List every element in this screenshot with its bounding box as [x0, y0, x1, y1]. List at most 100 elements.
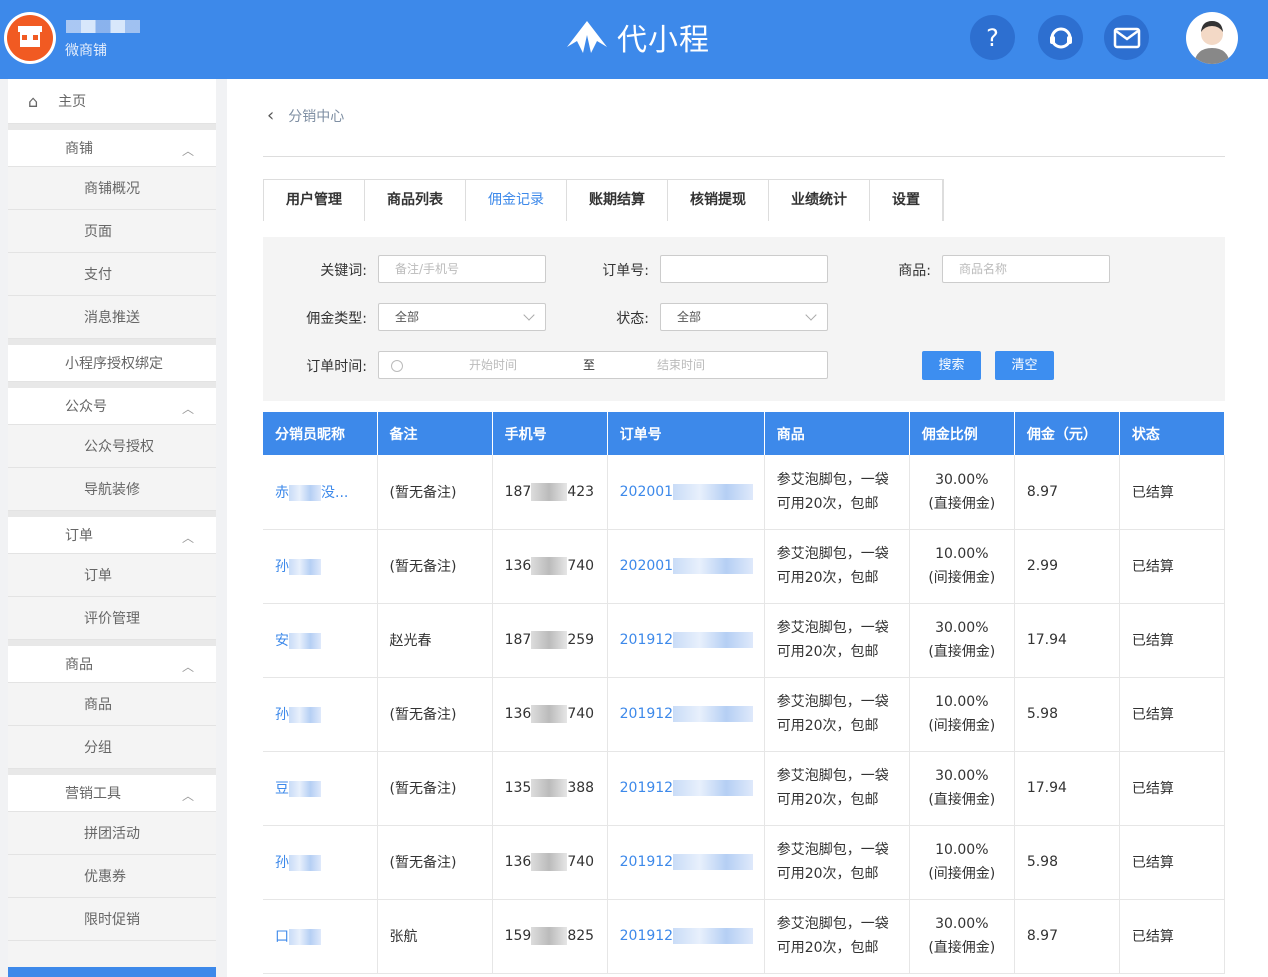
shop-logo[interactable]	[4, 12, 56, 64]
nickname-cell[interactable]: 赤 没...	[263, 455, 378, 530]
order-cell[interactable]: 201912	[607, 751, 765, 826]
status-select[interactable]: 全部	[660, 303, 828, 331]
nickname-cell[interactable]: 豆	[263, 751, 378, 826]
keyword-input[interactable]: 备注/手机号	[378, 255, 546, 283]
order-link[interactable]: 201912	[620, 780, 673, 796]
nickname-cell[interactable]: 口	[263, 899, 378, 974]
nickname-link[interactable]: 安	[275, 633, 289, 649]
column-header[interactable]: 分销员昵称	[263, 412, 378, 455]
column-header[interactable]: 手机号	[492, 412, 608, 455]
column-header[interactable]: 商品	[764, 412, 910, 455]
column-header[interactable]: 备注	[377, 412, 493, 455]
range-separator: 至	[583, 358, 596, 372]
order-input[interactable]	[660, 255, 828, 283]
nickname-suffix[interactable]: 没...	[321, 485, 348, 501]
order-link[interactable]: 201912	[620, 632, 673, 648]
sidebar-item-1[interactable]: 商铺 ︿	[8, 124, 216, 167]
column-header[interactable]: 状态	[1119, 412, 1226, 455]
ratio-type: (间接佣金)	[928, 718, 996, 734]
sidebar-item-5[interactable]: 消息推送	[8, 296, 216, 339]
table-row[interactable]: 豆 (暂无备注) 135 388 201912 参艾泡脚包，一袋 可用20次，包邮 30.00…	[263, 751, 1226, 826]
tab-1[interactable]: 商品列表	[365, 180, 466, 221]
product-input[interactable]: 商品名称	[942, 255, 1110, 283]
nickname-link[interactable]: 赤	[275, 485, 289, 501]
phone-cell: 187 259	[492, 603, 608, 678]
order-link[interactable]: 202001	[620, 484, 673, 500]
sidebar-item-11[interactable]: 订单	[8, 554, 216, 597]
mail-icon[interactable]	[1104, 15, 1149, 60]
table-row[interactable]: 孙 (暂无备注) 136 740 202001 参艾泡脚包，一袋 可用20次，包邮 10.00…	[263, 529, 1226, 604]
product-cell: 参艾泡脚包，一袋 可用20次，包邮	[764, 825, 910, 900]
order-cell[interactable]: 201912	[607, 677, 765, 752]
order-link[interactable]: 201912	[620, 854, 673, 870]
start-time[interactable]: 开始时间	[469, 352, 517, 378]
sidebar-item-3[interactable]: 页面	[8, 210, 216, 253]
sidebar-item-15[interactable]: 分组	[8, 726, 216, 769]
order-cell[interactable]: 202001	[607, 455, 765, 530]
sidebar-item-17[interactable]: 拼团活动	[8, 812, 216, 855]
sidebar-item-16[interactable]: 营销工具 ︿	[8, 769, 216, 812]
order-cell[interactable]: 201912	[607, 825, 765, 900]
sidebar-item-18[interactable]: 优惠券	[8, 855, 216, 898]
support-icon[interactable]	[1038, 15, 1083, 60]
note-cell: (暂无备注)	[377, 751, 493, 826]
nickname-cell[interactable]: 孙	[263, 825, 378, 900]
user-avatar[interactable]	[1186, 12, 1238, 64]
help-icon[interactable]: ?	[970, 15, 1015, 60]
order-cell[interactable]: 202001	[607, 529, 765, 604]
date-range-input[interactable]: 开始时间 至 结束时间	[378, 351, 828, 379]
tab-5[interactable]: 业绩统计	[769, 180, 870, 221]
table-row[interactable]: 安 赵光春 187 259 201912 参艾泡脚包，一袋 可用20次，包邮 30.00% (直…	[263, 603, 1226, 678]
sidebar-item-12[interactable]: 评价管理	[8, 597, 216, 640]
sidebar-item-6[interactable]: 小程序授权绑定	[8, 339, 216, 382]
back-arrow-icon[interactable]: ‹	[267, 105, 274, 126]
order-link[interactable]: 202001	[620, 558, 673, 574]
column-header[interactable]: 佣金比例	[909, 412, 1015, 455]
phone-cell: 136 740	[492, 677, 608, 752]
nickname-cell[interactable]: 孙	[263, 677, 378, 752]
tab-6[interactable]: 设置	[870, 180, 943, 221]
order-cell[interactable]: 201912	[607, 603, 765, 678]
nickname-link[interactable]: 孙	[275, 707, 289, 723]
sidebar-item-8[interactable]: 公众号授权	[8, 425, 216, 468]
sidebar-item-14[interactable]: 商品	[8, 683, 216, 726]
nickname-link[interactable]: 孙	[275, 559, 289, 575]
product-line-2: 可用20次，包邮	[776, 792, 879, 808]
status-cell: 已结算	[1119, 825, 1226, 900]
sidebar-item-13[interactable]: 商品 ︿	[8, 640, 216, 683]
search-button[interactable]: 搜索	[922, 351, 981, 380]
nickname-cell[interactable]: 安	[263, 603, 378, 678]
sidebar-item-2[interactable]: 商铺概况	[8, 167, 216, 210]
order-link[interactable]: 201912	[620, 706, 673, 722]
tab-2[interactable]: 佣金记录	[466, 180, 567, 221]
nickname-link[interactable]: 孙	[275, 855, 289, 871]
sidebar-item-0[interactable]: ⌂ 主页	[8, 79, 216, 124]
tab-3[interactable]: 账期结算	[567, 180, 668, 221]
sidebar-item-7[interactable]: 公众号 ︿	[8, 382, 216, 425]
nickname-cell[interactable]: 孙	[263, 529, 378, 604]
order-link[interactable]: 201912	[620, 928, 673, 944]
table-row[interactable]: 口 张航 159 825 201912 参艾泡脚包，一袋 可用20次，包邮 30.00% (直接…	[263, 899, 1226, 974]
ratio-type: (直接佣金)	[928, 495, 996, 512]
table-row[interactable]: 赤没... (暂无备注) 187 423 202001 参艾泡脚包，一袋 可用20次，包邮 3…	[263, 455, 1226, 530]
tab-4[interactable]: 核销提现	[668, 180, 769, 221]
table-row[interactable]: 孙 (暂无备注) 136 740 201912 参艾泡脚包，一袋 可用20次，包邮 10.00…	[263, 825, 1226, 900]
tab-0[interactable]: 用户管理	[264, 180, 365, 221]
redacted-text	[673, 780, 754, 796]
column-header[interactable]: 订单号	[607, 412, 765, 455]
ratio-value: 30.00%	[935, 471, 989, 488]
breadcrumb-label[interactable]: 分销中心	[288, 106, 344, 126]
sidebar-item-19[interactable]: 限时促销	[8, 898, 216, 941]
sidebar-item-9[interactable]: 导航装修	[8, 468, 216, 511]
column-header[interactable]: 佣金（元）	[1014, 412, 1120, 455]
sidebar-item-10[interactable]: 订单 ︿	[8, 511, 216, 554]
type-select[interactable]: 全部	[378, 303, 546, 331]
nickname-link[interactable]: 豆	[275, 781, 289, 797]
end-time[interactable]: 结束时间	[657, 352, 705, 378]
table-row[interactable]: 孙 (暂无备注) 136 740 201912 参艾泡脚包，一袋 可用20次，包邮 10.00…	[263, 677, 1226, 752]
clear-button[interactable]: 清空	[995, 351, 1054, 380]
nickname-link[interactable]: 口	[275, 929, 289, 945]
order-cell[interactable]: 201912	[607, 899, 765, 974]
product-line-2: 可用20次，包邮	[776, 940, 879, 956]
sidebar-item-4[interactable]: 支付	[8, 253, 216, 296]
